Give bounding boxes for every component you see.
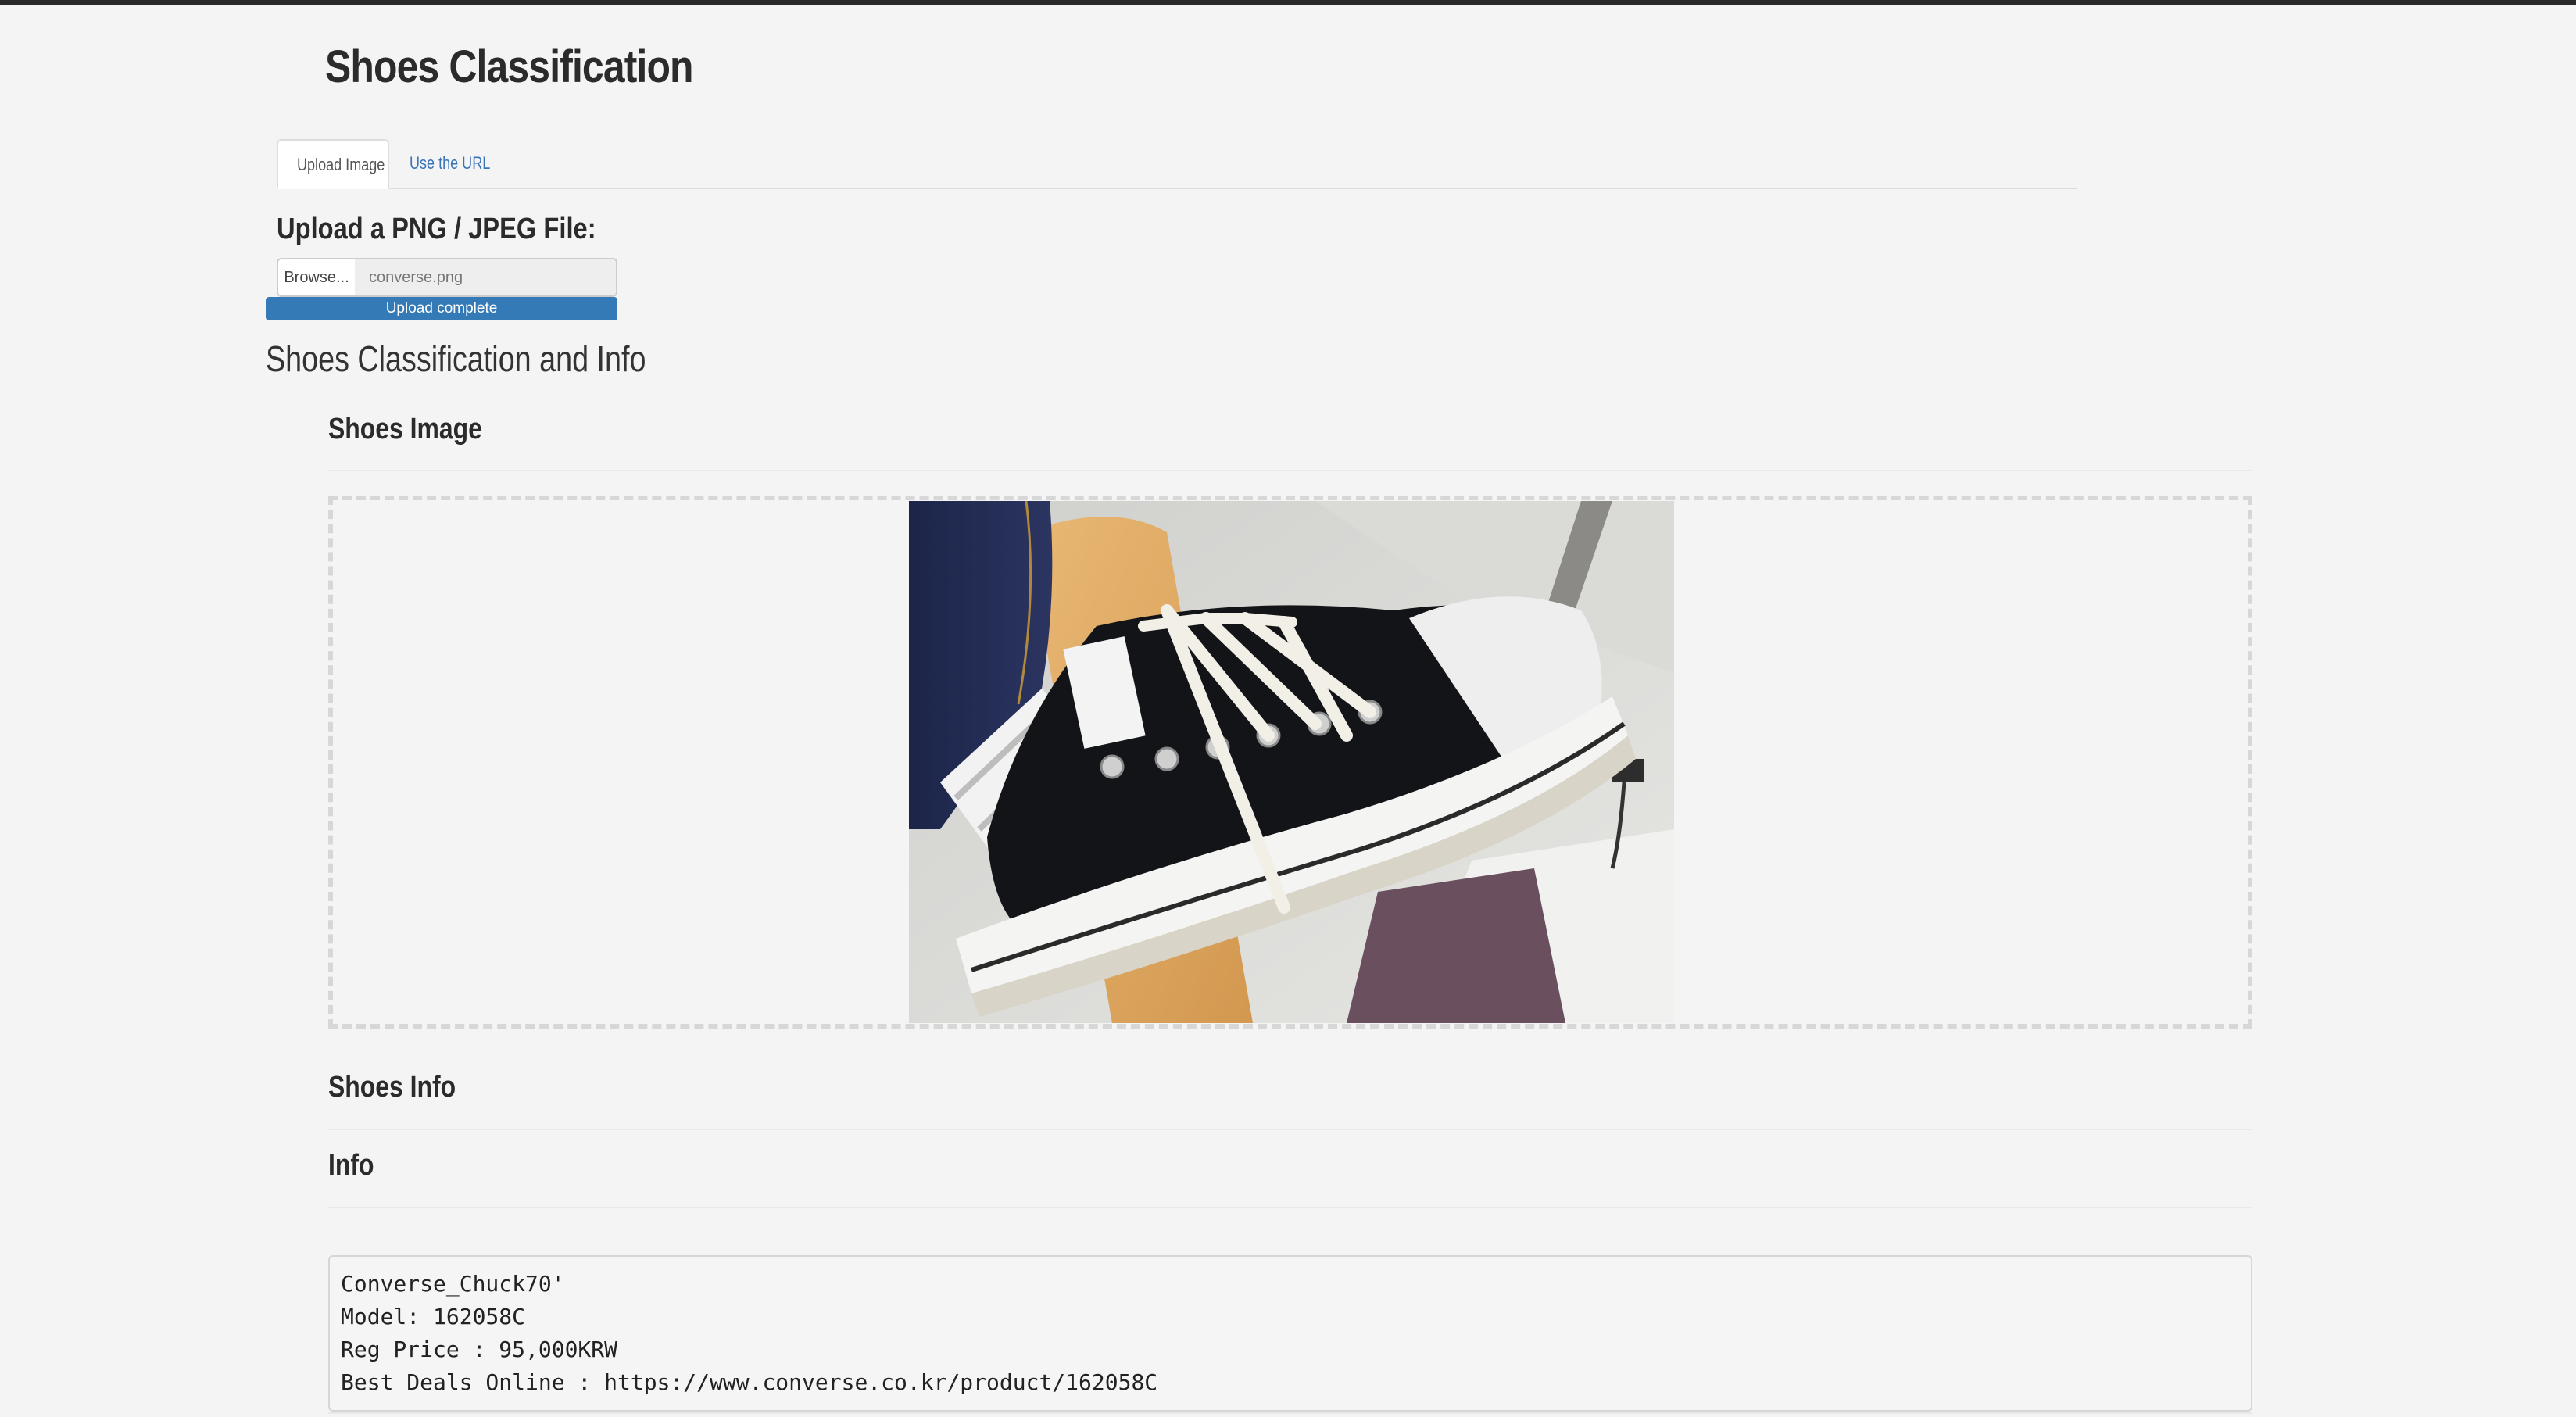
info-line: Best Deals Online : https://www.converse…: [341, 1369, 1158, 1395]
file-input-group: Browse... converse.png: [277, 258, 617, 297]
upload-progress-fill: Upload complete: [266, 297, 617, 320]
info-line: Model: 162058C: [341, 1304, 526, 1329]
tab-bar: Upload Image Use the URL: [277, 139, 2077, 189]
section-title: Shoes Classification and Info: [266, 338, 646, 379]
shoe-photo: [909, 501, 1674, 1023]
info-line: Reg Price : 95,000KRW: [341, 1336, 618, 1362]
top-bar: [0, 0, 2576, 5]
shoes-image-heading: Shoes Image: [328, 413, 482, 445]
tab-label: Upload Image: [297, 155, 385, 174]
tab-use-the-url[interactable]: Use the URL: [391, 139, 527, 188]
divider: [328, 1207, 2252, 1208]
page-title: Shoes Classification: [325, 41, 694, 92]
shoes-info-heading: Shoes Info: [328, 1071, 456, 1104]
tab-label: Use the URL: [410, 153, 491, 173]
divider: [328, 1129, 2252, 1130]
info-output: Converse_Chuck70' Model: 162058C Reg Price…: [328, 1255, 2252, 1412]
info-heading: Info: [328, 1149, 374, 1182]
divider: [328, 1412, 2252, 1414]
info-line: Converse_Chuck70': [341, 1271, 565, 1297]
divider: [328, 470, 2252, 471]
upload-label: Upload a PNG / JPEG File:: [277, 213, 596, 245]
file-name-field: converse.png: [355, 258, 617, 297]
tab-upload-image[interactable]: Upload Image: [277, 139, 389, 189]
browse-button[interactable]: Browse...: [277, 258, 356, 297]
upload-progress-bar: Upload complete: [266, 297, 617, 320]
